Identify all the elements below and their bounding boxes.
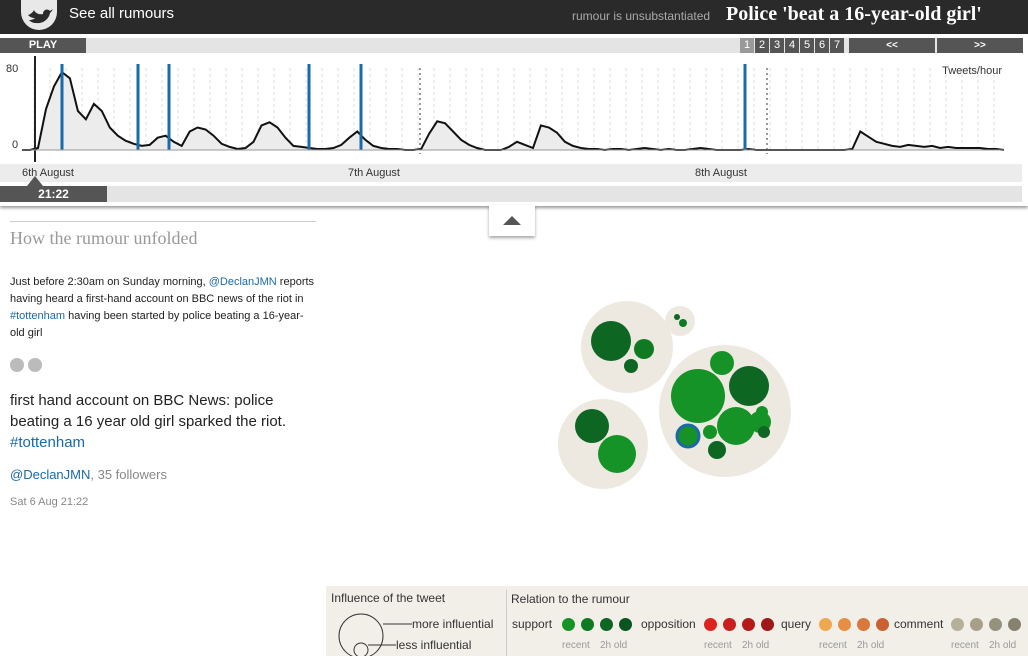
- tweet-bubble[interactable]: [591, 321, 631, 361]
- rumour-status: rumour is unsubstantiated: [572, 9, 711, 23]
- y-axis-min-label: 0: [12, 139, 18, 151]
- legend-opposition-label: opposition: [641, 617, 696, 631]
- legend-old: 2h old: [742, 640, 770, 651]
- legend-influence-title: Influence of the tweet: [331, 591, 446, 605]
- intro-text: Just before 2:30am on Sunday morning,: [10, 276, 209, 288]
- hashtag-link[interactable]: #tottenham: [10, 434, 85, 451]
- tweet-bubble[interactable]: [703, 425, 717, 439]
- legend-opposition-dot: [742, 618, 755, 631]
- legend-old: 2h old: [989, 640, 1017, 651]
- tweet-bubble[interactable]: [634, 339, 654, 359]
- legend-query-dot: [876, 618, 889, 631]
- twitter-bird-icon[interactable]: [21, 0, 57, 30]
- date-axis: [0, 164, 1022, 182]
- tweet-bubble[interactable]: [729, 366, 769, 406]
- legend-query-dot: [838, 618, 851, 631]
- current-time-badge[interactable]: 21:22: [0, 186, 107, 202]
- collapse-timeline-button[interactable]: [489, 205, 535, 236]
- tweet-volume-chart[interactable]: 80 0 Tweets/hour: [0, 56, 1022, 162]
- legend-old: 2h old: [857, 640, 885, 651]
- page-button-4[interactable]: 4: [785, 38, 799, 53]
- previous-button[interactable]: <<: [849, 38, 935, 53]
- page-button-5[interactable]: 5: [800, 38, 814, 53]
- legend-more-influential: more influential: [412, 617, 494, 631]
- units-label: Tweets/hour: [942, 65, 1002, 77]
- tweet-text: first hand account on BBC News: police b…: [10, 390, 316, 453]
- legend-support-dot: [562, 618, 575, 631]
- date-label: 7th August: [348, 167, 400, 179]
- tweet-bubble[interactable]: [679, 319, 687, 327]
- tweet-bubble[interactable]: [598, 435, 636, 473]
- tweet-user-link[interactable]: @DeclanJMN: [10, 467, 90, 482]
- rumour-title: Police 'beat a 16-year-old girl': [726, 3, 982, 25]
- scrubber-track[interactable]: [0, 186, 1022, 202]
- legend-support-label: support: [512, 617, 553, 631]
- legend-recent: recent: [562, 640, 590, 651]
- legend-query-dot: [819, 618, 832, 631]
- tweet-bubble[interactable]: [671, 369, 725, 423]
- top-bar: See all rumours rumour is unsubstantiate…: [0, 0, 1028, 34]
- legend-old: 2h old: [600, 640, 628, 651]
- tweet-bubble[interactable]: [674, 314, 680, 320]
- selected-tweet-bubble[interactable]: [675, 423, 701, 449]
- legend-comment-label: comment: [894, 617, 944, 631]
- legend-comment-dot: [970, 618, 983, 631]
- legend-comment-dot: [989, 618, 1002, 631]
- quote-icon: [10, 358, 316, 378]
- see-all-rumours-link[interactable]: See all rumours: [69, 5, 174, 22]
- legend-divider: [506, 590, 507, 656]
- tweet-author: @DeclanJMN, 35 followers: [10, 467, 316, 482]
- legend-recent: recent: [819, 640, 847, 651]
- tweet-timestamp: Sat 6 Aug 21:22: [10, 496, 89, 508]
- legend-comment-dot: [1008, 618, 1021, 631]
- legend-panel: Influence of the tweet more influential …: [326, 586, 1028, 656]
- hashtag-link[interactable]: #tottenham: [10, 310, 65, 322]
- legend-recent: recent: [951, 640, 979, 651]
- page-button-6[interactable]: 6: [815, 38, 829, 53]
- page-button-3[interactable]: 3: [770, 38, 784, 53]
- legend-support-dot: [600, 618, 613, 631]
- legend-less-influential: less influential: [396, 638, 472, 652]
- timeline-panel: PLAY 1 2 3 4 5 6 7 << >> 80 0 Tweets/hour …: [0, 34, 1028, 206]
- page-button-2[interactable]: 2: [755, 38, 769, 53]
- story-panel: How the rumour unfolded Just before 2:30…: [10, 221, 316, 508]
- chevron-up-icon: [503, 216, 521, 225]
- tweet-bubble[interactable]: [624, 359, 638, 373]
- legend-opposition-dot: [723, 618, 736, 631]
- legend-query-label: query: [781, 617, 812, 631]
- tweet-bubble[interactable]: [575, 409, 609, 443]
- legend-support-dot: [581, 618, 594, 631]
- play-button[interactable]: PLAY: [0, 38, 86, 53]
- tweet-bubble[interactable]: [708, 441, 726, 459]
- legend-comment-dot: [951, 618, 964, 631]
- tweet-body: first hand account on BBC News: police b…: [10, 392, 286, 430]
- user-link[interactable]: @DeclanJMN: [209, 276, 277, 288]
- story-heading: How the rumour unfolded: [10, 228, 198, 248]
- time-caret-icon: [27, 176, 43, 186]
- legend-support-dot: [619, 618, 632, 631]
- tweet-bubble[interactable]: [756, 406, 768, 418]
- legend-query-dot: [857, 618, 870, 631]
- y-axis-max-label: 80: [6, 63, 18, 75]
- tweet-bubble-chart[interactable]: [540, 290, 800, 510]
- tweet-bubble[interactable]: [717, 407, 755, 445]
- date-label: 8th August: [695, 167, 747, 179]
- legend-recent: recent: [704, 640, 732, 651]
- tweet-bubble[interactable]: [710, 351, 734, 375]
- page-button-1[interactable]: 1: [740, 38, 754, 53]
- tweet-bubble[interactable]: [758, 426, 770, 438]
- story-intro: Just before 2:30am on Sunday morning, @D…: [10, 274, 316, 342]
- follower-count: , 35 followers: [90, 467, 167, 482]
- next-button[interactable]: >>: [937, 38, 1023, 53]
- legend-relation-title: Relation to the rumour: [511, 592, 630, 606]
- legend-opposition-dot: [704, 618, 717, 631]
- legend-opposition-dot: [761, 618, 774, 631]
- page-button-7[interactable]: 7: [830, 38, 844, 53]
